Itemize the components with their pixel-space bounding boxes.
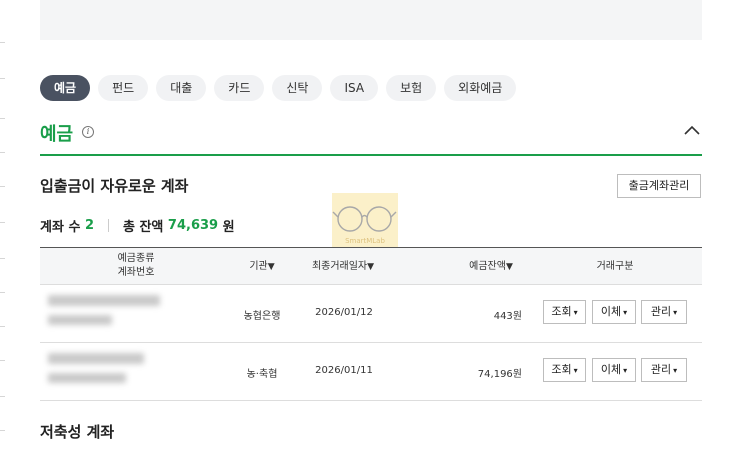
- demand-accounts-table: 예금종류 계좌번호 기관▼ 최종거래일자▼ 예금잔액▼ 거래구분 농협은행 20…: [40, 247, 702, 401]
- edge-ticks: [0, 0, 6, 452]
- tab-trust[interactable]: 신탁: [272, 75, 323, 101]
- table-header: 예금종류 계좌번호 기관▼ 최종거래일자▼ 예금잔액▼ 거래구분: [40, 247, 702, 285]
- masked-account-name: [48, 353, 144, 364]
- tab-isa[interactable]: ISA: [330, 75, 379, 101]
- inquiry-button[interactable]: 조회 ▾: [543, 300, 586, 324]
- savings-accounts-title: 저축성 계좌: [40, 423, 115, 441]
- row-bank: 농협은행: [243, 311, 281, 322]
- sort-down-icon: ▼: [505, 262, 513, 272]
- masked-account-number: [48, 373, 126, 383]
- inquiry-button[interactable]: 조회 ▾: [543, 358, 586, 382]
- row-last-date: 2026/01/12: [315, 307, 373, 318]
- withdraw-account-manage-button[interactable]: 출금계좌관리: [617, 174, 701, 198]
- row-balance: 443원: [493, 311, 522, 322]
- transfer-label: 이체: [600, 305, 622, 318]
- demand-accounts-title: 입출금이 자유로운 계좌: [40, 177, 189, 195]
- tab-card[interactable]: 카드: [214, 75, 265, 101]
- total-balance-label: 총 잔액: [122, 220, 164, 235]
- header-product-type: 예금종류: [117, 253, 155, 264]
- chevron-down-icon: ▾: [673, 366, 678, 375]
- header-last-date-label: 최종거래일자: [311, 261, 368, 272]
- section-title: 예금: [40, 124, 74, 145]
- table-row: 농협은행 2026/01/12 443원 조회 ▾ 이체 ▾ 관리 ▾: [40, 285, 702, 343]
- product-tabs: 예금 펀드 대출 카드 신탁 ISA 보험 외화예금: [40, 75, 517, 101]
- header-account-number: 계좌번호: [117, 267, 155, 278]
- transfer-button[interactable]: 이체 ▾: [592, 300, 636, 324]
- manage-button[interactable]: 관리 ▾: [641, 300, 687, 324]
- inquiry-label: 조회: [551, 305, 572, 318]
- chevron-down-icon: ▾: [673, 308, 678, 317]
- header-balance[interactable]: 예금잔액▼: [460, 260, 522, 274]
- tab-foreign-deposit[interactable]: 외화예금: [444, 75, 517, 101]
- row-last-date: 2026/01/11: [315, 365, 373, 376]
- row-balance: 74,196원: [477, 369, 522, 380]
- account-summary: 계좌 수 2 총 잔액 74,639 원: [40, 216, 235, 235]
- total-balance-value: 74,639: [167, 218, 219, 233]
- total-balance-unit: 원: [222, 220, 235, 235]
- transfer-button[interactable]: 이체 ▾: [592, 358, 636, 382]
- manage-label: 관리: [650, 363, 672, 376]
- sort-down-icon: ▼: [267, 262, 275, 272]
- chevron-up-icon[interactable]: [684, 122, 700, 138]
- deposit-section-header: 예금 i: [40, 118, 702, 156]
- masked-account-number: [48, 315, 112, 325]
- tab-loan[interactable]: 대출: [156, 75, 207, 101]
- summary-divider: [107, 219, 109, 232]
- chevron-down-icon: ▾: [573, 366, 578, 375]
- row-bank: 농·축협: [246, 369, 278, 380]
- transfer-label: 이체: [600, 363, 622, 376]
- header-bank[interactable]: 기관▼: [236, 260, 288, 274]
- top-banner: [40, 0, 702, 40]
- account-count-value: 2: [84, 218, 94, 233]
- manage-label: 관리: [650, 305, 672, 318]
- chevron-down-icon: ▾: [623, 308, 628, 317]
- tab-fund[interactable]: 펀드: [98, 75, 149, 101]
- manage-button[interactable]: 관리 ▾: [641, 358, 687, 382]
- tab-deposit[interactable]: 예금: [40, 75, 91, 101]
- inquiry-label: 조회: [551, 363, 572, 376]
- header-last-date[interactable]: 최종거래일자▼: [302, 260, 384, 274]
- header-product: 예금종류 계좌번호: [100, 252, 172, 280]
- glasses-icon: [332, 206, 397, 232]
- sort-down-icon: ▼: [367, 262, 375, 272]
- tab-insurance[interactable]: 보험: [386, 75, 437, 101]
- table-row: 농·축협 2026/01/11 74,196원 조회 ▾ 이체 ▾ 관리 ▾: [40, 343, 702, 401]
- watermark-text: SmartMLab: [345, 237, 385, 245]
- header-action: 거래구분: [596, 261, 634, 272]
- info-icon[interactable]: i: [82, 126, 94, 138]
- account-count-label: 계좌 수: [40, 220, 81, 235]
- masked-account-name: [48, 295, 160, 306]
- header-balance-label: 예금잔액: [469, 261, 506, 272]
- header-bank-label: 기관: [249, 261, 268, 272]
- chevron-down-icon: ▾: [573, 308, 578, 317]
- chevron-down-icon: ▾: [623, 366, 628, 375]
